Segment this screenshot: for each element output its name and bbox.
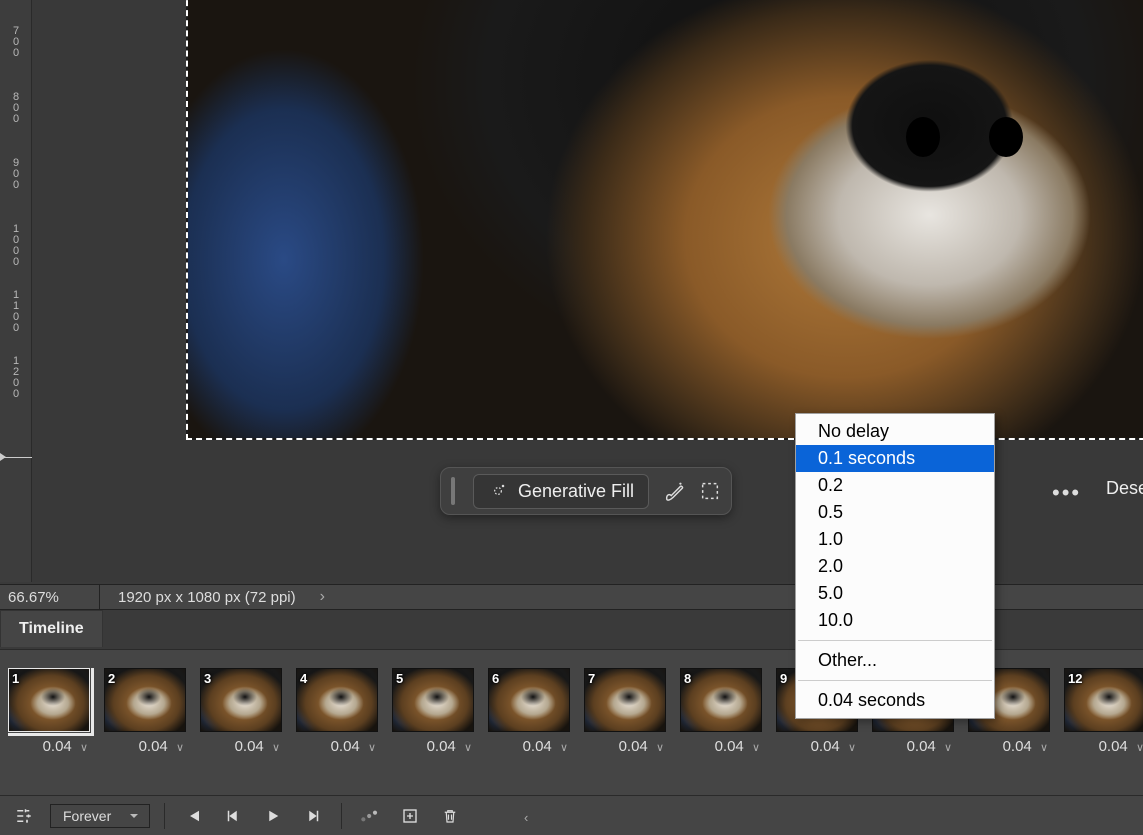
more-options-button[interactable]: ••• (1046, 480, 1087, 506)
delay-menu-item[interactable]: 1.0 (796, 526, 994, 553)
frame-number: 9 (780, 671, 787, 686)
frame-thumbnail[interactable]: 4 (296, 668, 378, 732)
tween-button[interactable] (356, 802, 384, 830)
ruler-mark: 700 (4, 26, 28, 59)
play-button[interactable] (259, 802, 287, 830)
prev-frame-button[interactable] (219, 802, 247, 830)
loop-count-label: Forever (63, 808, 111, 824)
chevron-down-icon: ∨ (1136, 742, 1143, 754)
canvas-image (188, 0, 1143, 438)
frame-thumbnail[interactable]: 2 (104, 668, 186, 732)
ruler-mark: 800 (4, 92, 28, 125)
timeline-options-icon[interactable] (10, 802, 38, 830)
new-frame-button[interactable] (396, 802, 424, 830)
chevron-down-icon: ∨ (752, 742, 760, 754)
zoom-level-field[interactable]: 66.67% (0, 585, 100, 609)
timeline-playback-bar: Forever ‹ (0, 795, 1143, 835)
contextual-taskbar[interactable]: Generative Fill (440, 467, 732, 515)
generative-fill-button[interactable]: Generative Fill (473, 474, 649, 509)
frame-delay-button[interactable]: 0.04 ∨ (776, 738, 858, 755)
chevron-down-icon: ∨ (464, 742, 472, 754)
ruler-mark: 1100 (4, 290, 28, 334)
frame-delay-button[interactable]: 0.04 ∨ (968, 738, 1050, 755)
delay-menu-item[interactable]: No delay (796, 418, 994, 445)
chevron-down-icon: ∨ (944, 742, 952, 754)
generative-brush-icon[interactable] (663, 480, 685, 502)
delay-menu-item[interactable]: 0.1 seconds (796, 445, 994, 472)
frame-thumbnail[interactable]: 3 (200, 668, 282, 732)
chevron-down-icon: ∨ (560, 742, 568, 754)
delete-frame-button[interactable] (436, 802, 464, 830)
delay-menu-item[interactable]: 0.5 (796, 499, 994, 526)
ruler-mark: 1200 (4, 356, 28, 400)
frame-number: 3 (204, 671, 211, 686)
timeline-frame[interactable]: 6 0.04 ∨ (488, 668, 570, 778)
frame-delay-button[interactable]: 0.04 ∨ (392, 738, 474, 755)
frame-delay-button[interactable]: 0.04 ∨ (200, 738, 282, 755)
frame-number: 7 (588, 671, 595, 686)
frame-number: 2 (108, 671, 115, 686)
frame-delay-menu[interactable]: No delay0.1 seconds0.20.51.02.05.010.0 Ot… (795, 413, 995, 719)
delay-menu-other[interactable]: Other... (796, 647, 994, 674)
first-frame-button[interactable] (179, 802, 207, 830)
frame-delay-button[interactable]: 0.04 ∨ (872, 738, 954, 755)
timeline-frame[interactable]: 12 0.04 ∨ (1064, 668, 1143, 778)
frame-thumbnail[interactable]: 7 (584, 668, 666, 732)
next-frame-button[interactable] (299, 802, 327, 830)
grip-handle[interactable] (451, 477, 455, 505)
frame-delay-button[interactable]: 0.04 ∨ (296, 738, 378, 755)
loop-count-select[interactable]: Forever (50, 804, 150, 828)
frame-number: 5 (396, 671, 403, 686)
timeline-frame[interactable]: 4 0.04 ∨ (296, 668, 378, 778)
chevron-down-icon: ∨ (272, 742, 280, 754)
deselect-button[interactable]: Dese (1106, 478, 1143, 499)
frame-thumbnail[interactable]: 5 (392, 668, 474, 732)
frame-number: 6 (492, 671, 499, 686)
ruler-mark: 1000 (4, 224, 28, 268)
chevron-down-icon: ∨ (368, 742, 376, 754)
delay-menu-item[interactable]: 2.0 (796, 553, 994, 580)
sparkle-icon (488, 481, 508, 501)
generative-fill-label: Generative Fill (518, 481, 634, 502)
frame-delay-button[interactable]: 0.04 ∨ (584, 738, 666, 755)
timeline-frame[interactable]: 3 0.04 ∨ (200, 668, 282, 778)
selection-tool-icon[interactable] (699, 480, 721, 502)
delay-menu-item[interactable]: 10.0 (796, 607, 994, 634)
timeline-frame[interactable]: 2 0.04 ∨ (104, 668, 186, 778)
frame-number: 8 (684, 671, 691, 686)
frame-delay-button[interactable]: 0.04 ∨ (488, 738, 570, 755)
frame-thumbnail[interactable]: 8 (680, 668, 762, 732)
chevron-right-icon[interactable]: › (314, 588, 331, 606)
delay-menu-item[interactable]: 0.2 (796, 472, 994, 499)
vertical-ruler[interactable]: 600700800900100011001200 (0, 0, 32, 582)
timeline-frame[interactable]: 5 0.04 ∨ (392, 668, 474, 778)
delay-menu-current[interactable]: 0.04 seconds (796, 687, 994, 714)
delay-menu-item[interactable]: 5.0 (796, 580, 994, 607)
frame-number: 12 (1068, 671, 1082, 686)
ruler-mark: 900 (4, 158, 28, 191)
ruler-indicator (0, 457, 32, 458)
chevron-down-icon: ∨ (1040, 742, 1048, 754)
frame-thumbnail[interactable]: 6 (488, 668, 570, 732)
frame-thumbnail[interactable]: 1 (8, 668, 90, 732)
document-info[interactable]: 1920 px x 1080 px (72 ppi) (100, 589, 314, 606)
frame-thumbnail[interactable]: 12 (1064, 668, 1143, 732)
frame-number: 1 (12, 671, 19, 686)
scroll-left-icon[interactable]: ‹ (524, 810, 528, 825)
chevron-down-icon: ∨ (656, 742, 664, 754)
frame-delay-button[interactable]: 0.04 ∨ (104, 738, 186, 755)
timeline-frame[interactable]: 1 0.04 ∨ (8, 668, 90, 778)
tab-timeline[interactable]: Timeline (0, 610, 103, 647)
frame-delay-button[interactable]: 0.04 ∨ (8, 738, 90, 755)
chevron-down-icon: ∨ (176, 742, 184, 754)
timeline-frame[interactable]: 7 0.04 ∨ (584, 668, 666, 778)
frame-delay-button[interactable]: 0.04 ∨ (680, 738, 762, 755)
frame-number: 4 (300, 671, 307, 686)
frame-delay-button[interactable]: 0.04 ∨ (1064, 738, 1143, 755)
chevron-down-icon (129, 811, 139, 821)
timeline-frame[interactable]: 8 0.04 ∨ (680, 668, 762, 778)
chevron-down-icon: ∨ (80, 742, 88, 754)
chevron-down-icon: ∨ (848, 742, 856, 754)
document-canvas[interactable] (186, 0, 1143, 440)
